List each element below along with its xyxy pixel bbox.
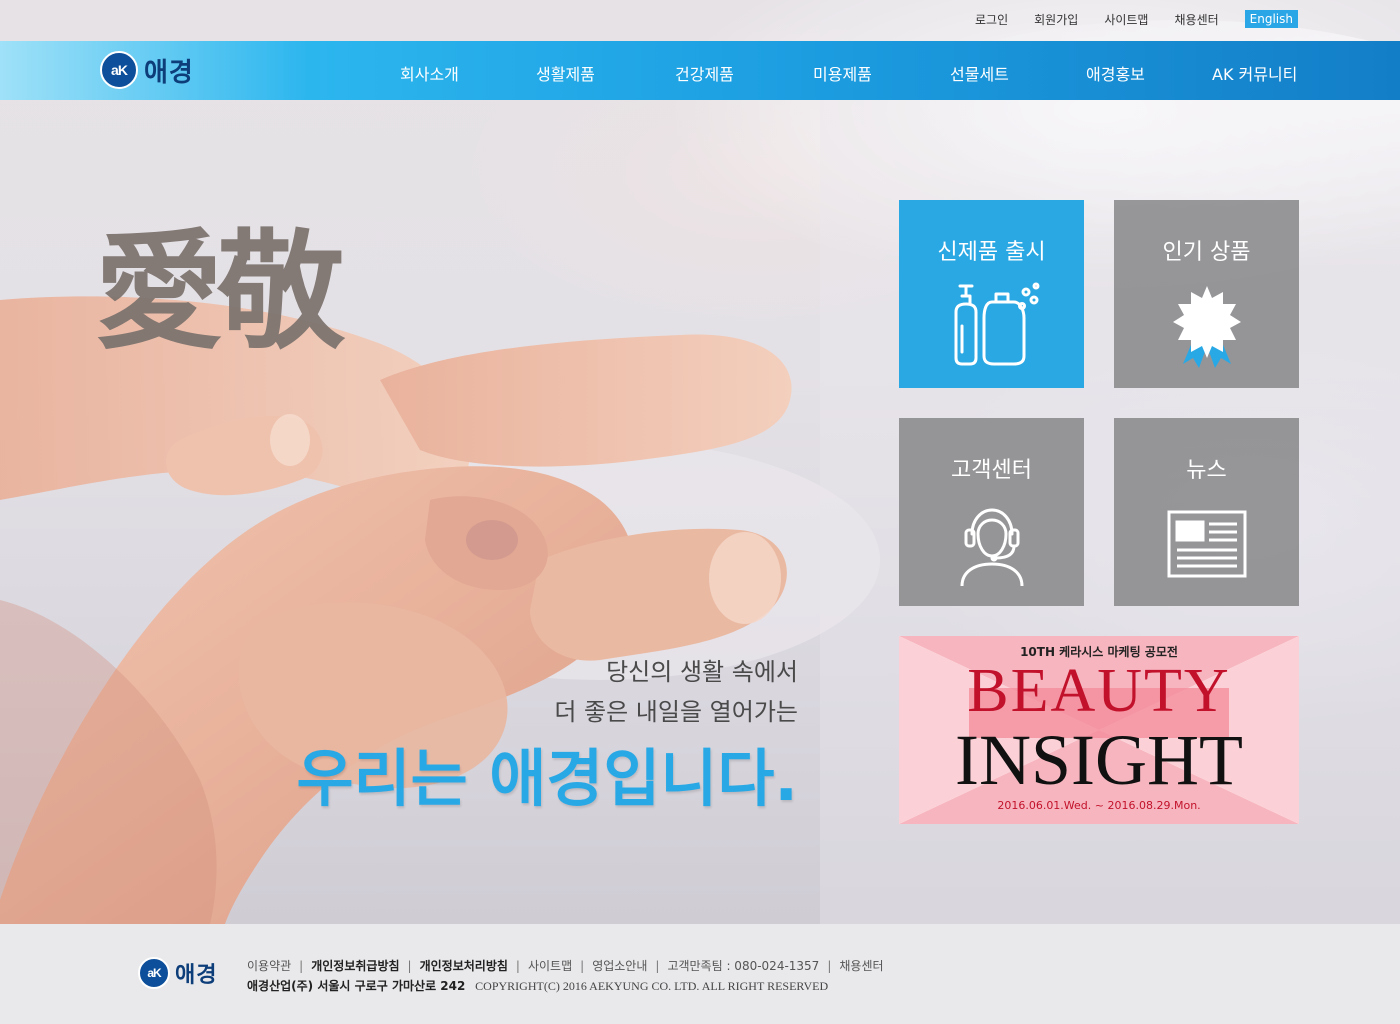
footer-links: 이용약관 | 개인정보취급방침 | 개인정보처리방침 | 사이트맵 | 영업소안… <box>247 957 884 974</box>
footer-logo[interactable]: aK 애경 <box>138 957 217 989</box>
careers-link[interactable]: 채용센터 <box>1174 11 1218 28</box>
hero-slogan-main: 우리는 애경입니다. <box>296 742 798 815</box>
banner-dates: 2016.06.01.Wed. ~ 2016.08.29.Mon. <box>997 799 1201 812</box>
tile-label: 인기 상품 <box>1162 240 1251 265</box>
logo-mark-text: aK <box>147 966 161 980</box>
menu-community[interactable]: AK 커뮤니티 <box>1212 61 1297 85</box>
footer-link-careers[interactable]: 채용센터 <box>839 957 883 974</box>
divider: | <box>515 958 520 973</box>
footer-copyright: COPYRIGHT(C) 2016 AEKYUNG CO. LTD. ALL R… <box>475 979 829 993</box>
tile-popular-products[interactable]: 인기 상품 <box>1114 200 1299 388</box>
hero-hanja-title: 愛敬 <box>95 218 345 367</box>
footer-logo-text: 애경 <box>175 963 218 988</box>
menu-beauty[interactable]: 미용제품 <box>813 61 872 85</box>
divider: | <box>580 958 585 973</box>
aekyung-logo-icon: aK <box>138 957 170 989</box>
menu-gift-set[interactable]: 선물세트 <box>950 61 1009 85</box>
footer-link-offices[interactable]: 영업소안내 <box>592 957 647 974</box>
divider: | <box>407 958 412 973</box>
main-navbar: aK 애경 회사소개 생활제품 건강제품 미용제품 선물세트 애경홍보 AK 커… <box>0 41 1400 100</box>
logo-text: 애경 <box>144 57 194 88</box>
footer-link-privacy-policy[interactable]: 개인정보처리방침 <box>420 957 508 974</box>
tile-label: 뉴스 <box>1186 458 1227 483</box>
menu-household[interactable]: 생활제품 <box>536 61 595 85</box>
newspaper-icon <box>1167 510 1246 578</box>
main-menu: 회사소개 생활제품 건강제품 미용제품 선물세트 애경홍보 AK 커뮤니티 <box>330 41 1330 100</box>
beauty-insight-banner[interactable]: 10TH 케라시스 마케팅 공모전 BEAUTY INSIGHT 2016.06… <box>899 636 1299 824</box>
menu-pr[interactable]: 애경홍보 <box>1086 61 1145 85</box>
logo-mark-text: aK <box>111 62 128 78</box>
login-link[interactable]: 로그인 <box>975 11 1008 28</box>
banner-title-beauty: BEAUTY <box>967 657 1231 725</box>
menu-health[interactable]: 건강제품 <box>675 61 734 85</box>
divider: | <box>299 958 304 973</box>
signup-link[interactable]: 회원가입 <box>1034 11 1078 28</box>
footer-address: 애경산업(주) 서울시 구로구 가마산로 242 COPYRIGHT(C) 20… <box>247 977 828 994</box>
footer-link-privacy-handling[interactable]: 개인정보취급방침 <box>311 957 399 974</box>
headset-agent-icon <box>960 508 1023 586</box>
english-button[interactable]: English <box>1244 10 1298 28</box>
footer-company-address: 애경산업(주) 서울시 구로구 가마산로 242 <box>247 979 466 993</box>
tile-customer-center[interactable]: 고객센터 <box>899 418 1084 606</box>
footer-link-terms[interactable]: 이용약관 <box>247 957 291 974</box>
tile-news[interactable]: 뉴스 <box>1114 418 1299 606</box>
footer-link-sitemap[interactable]: 사이트맵 <box>528 957 572 974</box>
aekyung-logo-icon: aK <box>100 51 138 89</box>
hero-slogan-line2: 더 좋은 내일을 열어가는 <box>554 698 798 726</box>
divider: | <box>655 958 660 973</box>
bottles-icon <box>954 282 1039 366</box>
menu-company[interactable]: 회사소개 <box>400 61 459 85</box>
hero-slogan-line1: 당신의 생활 속에서 <box>606 658 798 686</box>
site-logo[interactable]: aK 애경 <box>100 51 194 89</box>
tile-new-products[interactable]: 신제품 출시 <box>899 200 1084 388</box>
site-footer: aK 애경 이용약관 | 개인정보취급방침 | 개인정보처리방침 | 사이트맵 … <box>0 924 1400 1024</box>
footer-customer-phone: 고객만족팀 : 080-024-1357 <box>667 959 820 973</box>
award-badge-icon <box>1172 286 1241 368</box>
banner-title-insight: INSIGHT <box>955 720 1243 800</box>
sitemap-link[interactable]: 사이트맵 <box>1104 11 1148 28</box>
utility-links: 로그인 회원가입 사이트맵 채용센터 English <box>975 10 1298 28</box>
tile-label: 고객센터 <box>951 458 1032 483</box>
tile-label: 신제품 출시 <box>937 240 1046 265</box>
divider: | <box>827 958 832 973</box>
